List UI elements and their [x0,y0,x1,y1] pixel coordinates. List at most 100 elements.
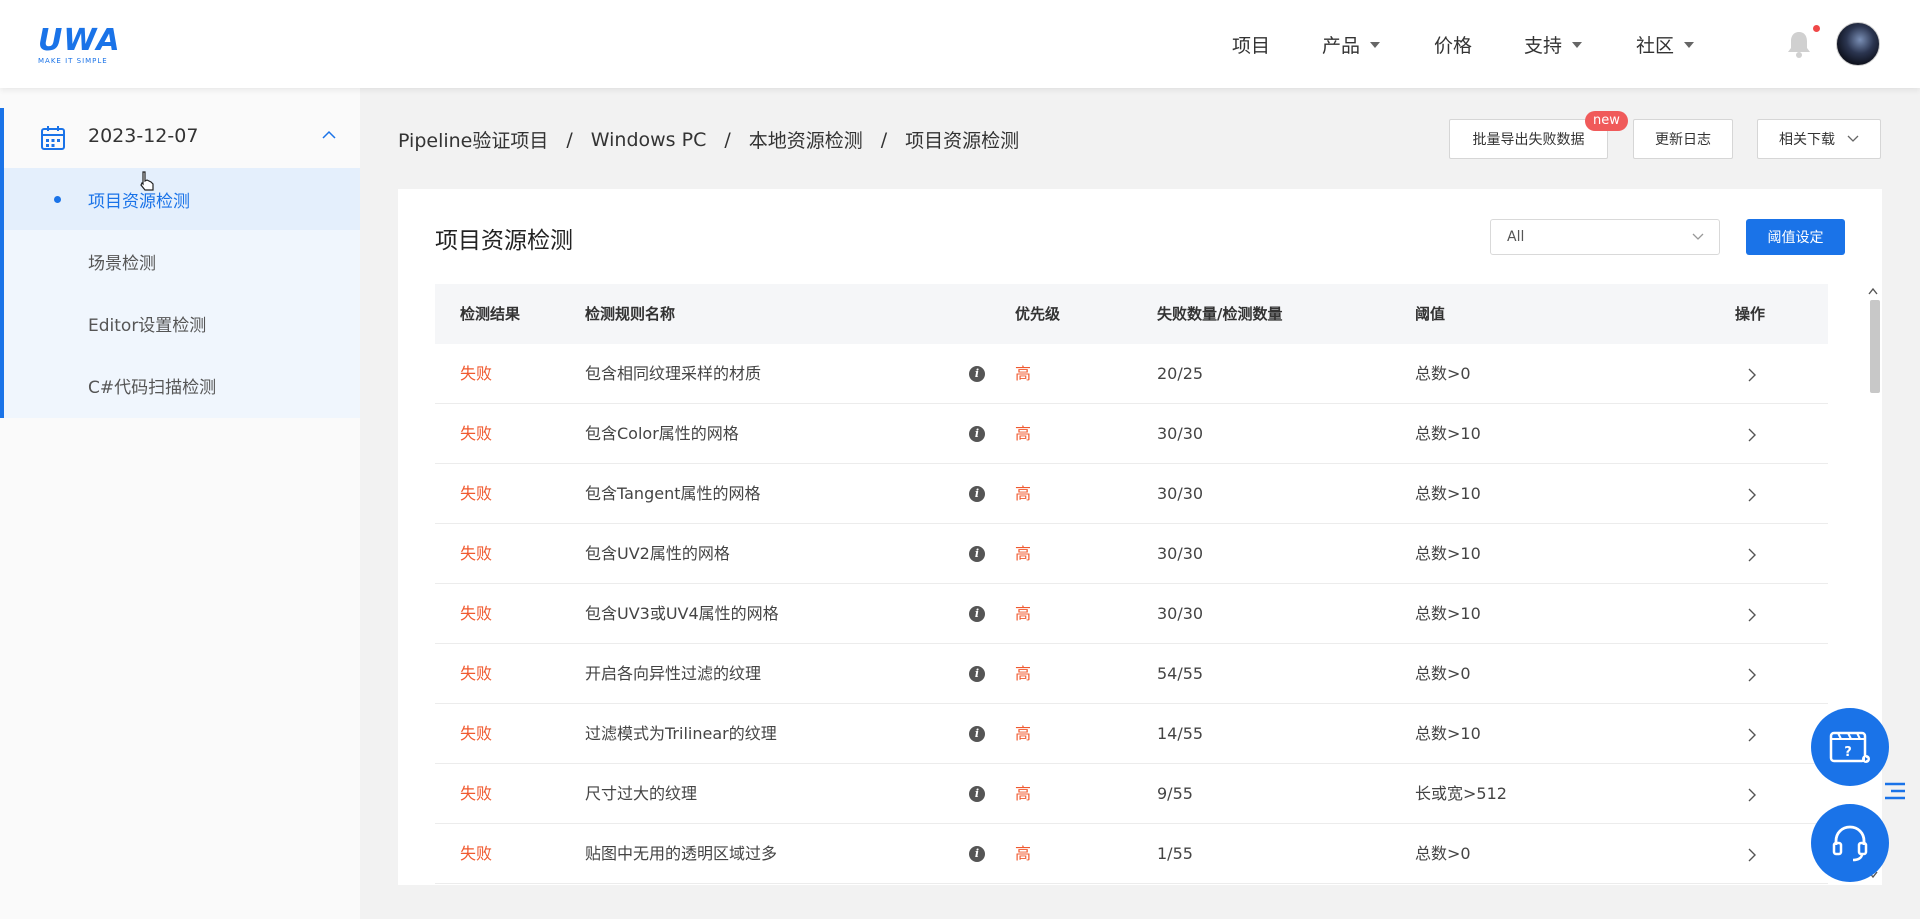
threshold-cell: 总数>10 [1415,604,1481,623]
threshold-cell: 总数>10 [1415,724,1481,743]
nav-item-pricing[interactable]: 价格 [1434,0,1472,88]
breadcrumb-item[interactable]: Pipeline验证项目 [398,126,548,153]
table-row[interactable]: 失败 尺寸过大的纹理 i 高 9/55 长或宽>512 [435,764,1828,824]
info-icon[interactable]: i [969,846,985,862]
chevron-right-icon[interactable] [1747,786,1757,804]
info-icon[interactable]: i [969,606,985,622]
nav-item-projects[interactable]: 项目 [1232,0,1270,88]
nav-item-products[interactable]: 产品 [1322,0,1381,88]
nav-item-community[interactable]: 社区 [1636,0,1695,88]
threshold-settings-button[interactable]: 阈值设定 [1746,219,1845,255]
result-cell: 失败 [460,364,493,383]
video-tutorial-button[interactable]: ? [1811,708,1889,786]
result-cell: 失败 [460,844,493,863]
sidebar-item-label: C#代码扫描检测 [88,378,217,398]
column-header-action: 操作 [1735,305,1766,323]
threshold-cell: 总数>10 [1415,484,1481,503]
table-row[interactable]: 失败 包含UV3或UV4属性的网格 i 高 30/30 总数>10 [435,584,1828,644]
result-cell: 失败 [460,544,493,563]
column-header-priority: 优先级 [1015,305,1061,323]
sidebar-item-csharp-scan[interactable]: C#代码扫描检测 [4,354,360,416]
nav-label: 价格 [1434,34,1473,57]
chevron-right-icon[interactable] [1747,426,1757,444]
count-cell: 14/55 [1157,724,1204,743]
column-header-count: 失败数量/检测数量 [1157,305,1283,323]
notification-dot [1813,25,1820,32]
breadcrumb-current: 项目资源检测 [905,130,1020,152]
svg-text:?: ? [1844,745,1852,760]
info-icon[interactable]: i [969,786,985,802]
breadcrumb-separator: / [724,128,731,151]
rule-cell: 包含Tangent属性的网格 [585,484,761,503]
chevron-down-icon [1847,135,1859,142]
changelog-button[interactable]: 更新日志 [1633,119,1733,159]
info-icon[interactable]: i [969,366,985,382]
uwa-logo[interactable]: UWA MAKE IT SIMPLE [38,26,150,66]
bell-icon[interactable] [1786,30,1812,58]
resource-check-card: 项目资源检测 All 阈值设定 检测结果 检测规则名称 优先级 失败数量/检测数… [398,189,1882,885]
breadcrumb-item[interactable]: 本地资源检测 [749,126,863,153]
filter-value: All [1507,229,1525,245]
priority-cell: 高 [1015,664,1032,683]
result-cell: 失败 [460,664,493,683]
table-row[interactable]: 失败 贴图中无用的透明区域过多 i 高 1/55 总数>0 [435,824,1828,884]
caret-down-icon [1370,42,1381,48]
info-icon[interactable]: i [969,486,985,502]
downloads-dropdown[interactable]: 相关下载 [1757,119,1881,159]
info-icon[interactable]: i [969,426,985,442]
rule-cell: 尺寸过大的纹理 [585,784,698,803]
cursor-hand-icon [140,171,154,191]
table-row[interactable]: 失败 包含相同纹理采样的材质 i 高 20/25 总数>0 [435,344,1828,404]
priority-cell: 高 [1015,484,1032,503]
count-cell: 20/25 [1157,364,1204,383]
menu-toggle-icon[interactable] [1883,781,1907,801]
nav-item-support[interactable]: 支持 [1524,0,1583,88]
chevron-up-icon[interactable] [322,130,336,140]
info-icon[interactable]: i [969,726,985,742]
chevron-right-icon[interactable] [1747,366,1757,384]
count-cell: 54/55 [1157,664,1204,683]
chevron-right-icon[interactable] [1747,486,1757,504]
customer-support-button[interactable] [1811,804,1889,882]
caret-down-icon [1572,42,1583,48]
table-row[interactable]: 失败 包含UV2属性的网格 i 高 30/30 总数>10 [435,524,1828,584]
priority-cell: 高 [1015,724,1032,743]
count-cell: 9/55 [1157,784,1193,803]
sidebar-item-label: Editor设置检测 [88,316,207,336]
sidebar-date-header[interactable]: 2023-12-07 [4,108,360,168]
chevron-right-icon[interactable] [1747,546,1757,564]
chevron-right-icon[interactable] [1747,726,1757,744]
chevron-right-icon[interactable] [1747,846,1757,864]
threshold-cell: 长或宽>512 [1415,784,1507,803]
scrollbar-thumb[interactable] [1870,300,1880,393]
headset-icon [1832,825,1868,862]
table-header: 检测结果 检测规则名称 优先级 失败数量/检测数量 阈值 操作 [435,284,1828,344]
table-row[interactable]: 失败 包含Tangent属性的网格 i 高 30/30 总数>10 [435,464,1828,524]
count-cell: 30/30 [1157,544,1204,563]
export-failed-button[interactable]: 批量导出失败数据 [1449,119,1608,159]
column-header-rule: 检测规则名称 [585,305,676,323]
sidebar-item-project-resource[interactable]: 项目资源检测 [4,168,360,230]
sidebar-item-scene[interactable]: 场景检测 [4,230,360,292]
info-icon[interactable]: i [969,546,985,562]
info-icon[interactable]: i [969,666,985,682]
nav-label: 项目 [1232,34,1271,57]
new-badge: new [1585,111,1628,131]
threshold-settings-label: 阈值设定 [1767,230,1824,246]
sidebar-item-label: 场景检测 [88,254,156,274]
chevron-right-icon[interactable] [1747,666,1757,684]
sidebar: 2023-12-07 项目资源检测 场景检测 Editor设置检测 C#代码扫描… [0,88,360,919]
table-row[interactable]: 失败 过滤模式为Trilinear的纹理 i 高 14/55 总数>10 [435,704,1828,764]
sidebar-item-editor-settings[interactable]: Editor设置检测 [4,292,360,354]
breadcrumb-item[interactable]: Windows PC [591,129,707,151]
threshold-cell: 总数>0 [1415,364,1471,383]
threshold-cell: 总数>0 [1415,844,1471,863]
filter-select[interactable]: All [1490,219,1720,255]
table-row[interactable]: 失败 包含Color属性的网格 i 高 30/30 总数>10 [435,404,1828,464]
card-title: 项目资源检测 [435,228,573,254]
chevron-right-icon[interactable] [1747,606,1757,624]
table-row[interactable]: 失败 开启各向异性过滤的纹理 i 高 54/55 总数>0 [435,644,1828,704]
rule-cell: 包含UV2属性的网格 [585,544,730,563]
avatar[interactable] [1836,22,1880,66]
count-cell: 30/30 [1157,604,1204,623]
